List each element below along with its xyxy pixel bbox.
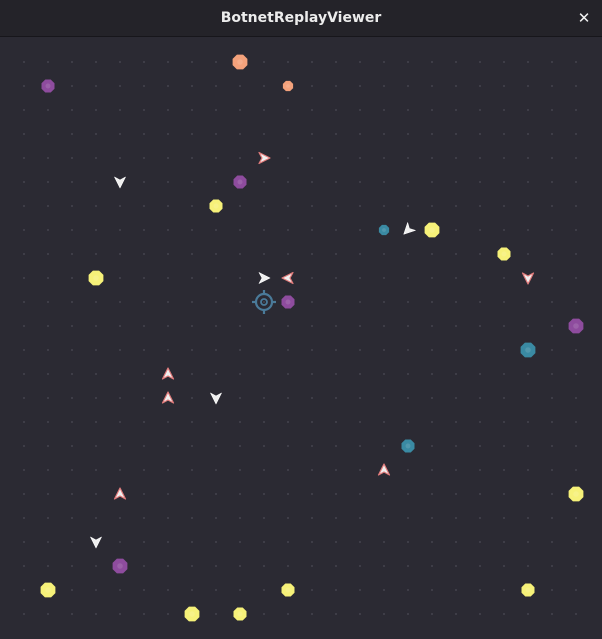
- yellow-bot-blob[interactable]: [209, 199, 223, 213]
- yellow-bot-blob[interactable]: [233, 607, 247, 621]
- bot-arrow-up-icon[interactable]: [161, 391, 175, 404]
- arena-canvas[interactable]: [0, 38, 602, 639]
- bot-arrow-up-icon[interactable]: [161, 367, 175, 380]
- bot-arrow-down-left-icon[interactable]: [400, 222, 416, 239]
- bot-arrow-up-icon[interactable]: [113, 487, 127, 500]
- game-arena[interactable]: [0, 38, 602, 639]
- bot-arrow-left-icon[interactable]: [281, 271, 294, 285]
- yellow-bot-blob[interactable]: [568, 486, 584, 502]
- purple-bot-blob[interactable]: [281, 295, 295, 309]
- bot-arrow-down-icon[interactable]: [210, 392, 222, 405]
- purple-bot-blob[interactable]: [233, 175, 247, 189]
- bot-arrow-right-icon[interactable]: [258, 272, 271, 284]
- replay-viewer-window: BotnetReplayViewer ✕: [0, 0, 602, 639]
- teal-bot-blob[interactable]: [378, 224, 390, 236]
- purple-bot-blob[interactable]: [41, 79, 55, 93]
- purple-bot-blob[interactable]: [112, 558, 128, 574]
- teal-bot-blob[interactable]: [401, 439, 415, 453]
- purple-bot-blob[interactable]: [568, 318, 584, 334]
- salmon-bot-blob[interactable]: [232, 54, 248, 70]
- title-bar[interactable]: BotnetReplayViewer ✕: [0, 0, 602, 37]
- bot-arrow-down-icon[interactable]: [521, 272, 535, 285]
- yellow-bot-blob[interactable]: [88, 270, 104, 286]
- bot-arrow-up-icon[interactable]: [377, 463, 391, 476]
- window-title: BotnetReplayViewer: [220, 10, 382, 26]
- bot-arrow-right-icon[interactable]: [258, 151, 271, 165]
- grid-dots: [23, 61, 577, 615]
- salmon-bot-blob[interactable]: [282, 80, 294, 92]
- bot-arrow-down-icon[interactable]: [114, 176, 126, 189]
- yellow-bot-blob[interactable]: [281, 583, 295, 597]
- yellow-bot-blob[interactable]: [424, 222, 440, 238]
- close-button[interactable]: ✕: [574, 8, 594, 28]
- bot-arrow-down-icon[interactable]: [90, 536, 102, 549]
- yellow-bot-blob[interactable]: [40, 582, 56, 598]
- yellow-bot-blob[interactable]: [521, 583, 535, 597]
- yellow-bot-blob[interactable]: [497, 247, 511, 261]
- teal-bot-blob[interactable]: [520, 342, 536, 358]
- yellow-bot-blob[interactable]: [184, 606, 200, 622]
